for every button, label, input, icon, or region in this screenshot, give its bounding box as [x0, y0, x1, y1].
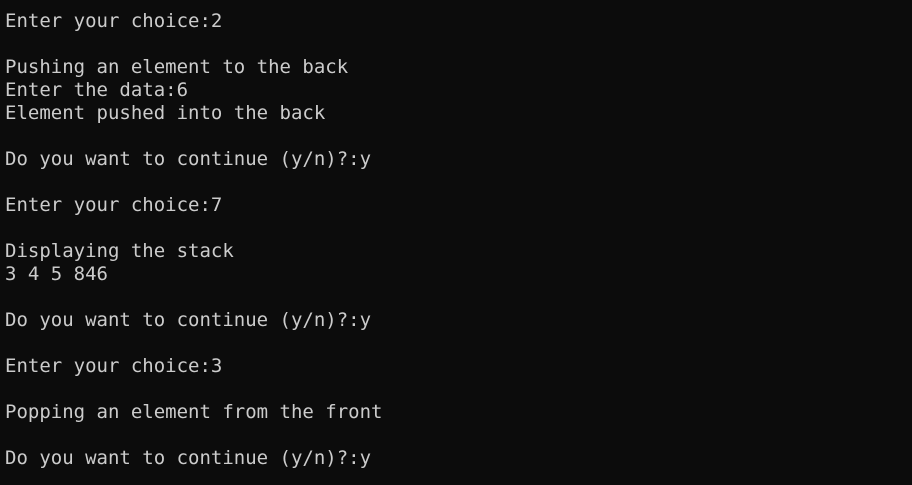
terminal-line-choice: Enter your choice:7	[5, 194, 223, 216]
terminal-window[interactable]: Enter your choice:2 Pushing an element t…	[0, 0, 912, 485]
terminal-line-pushed: Element pushed into the back	[5, 102, 326, 124]
terminal-line-push-back: Pushing an element to the back	[5, 56, 349, 78]
terminal-line-continue-prompt: Do you want to continue (y/n)?:y	[5, 447, 372, 469]
terminal-line-enter-data: Enter the data:6	[5, 79, 189, 101]
terminal-line-display-stack: Displaying the stack	[5, 240, 234, 262]
terminal-line-stack-values: 3 4 5 846	[5, 263, 108, 285]
terminal-line-choice: Enter your choice:2	[5, 10, 223, 32]
terminal-line-continue-prompt: Do you want to continue (y/n)?:y	[5, 148, 372, 170]
terminal-line-choice: Enter your choice:3	[5, 355, 223, 377]
terminal-line-pop-front: Popping an element from the front	[5, 401, 383, 423]
terminal-line-continue-prompt: Do you want to continue (y/n)?:y	[5, 309, 372, 331]
